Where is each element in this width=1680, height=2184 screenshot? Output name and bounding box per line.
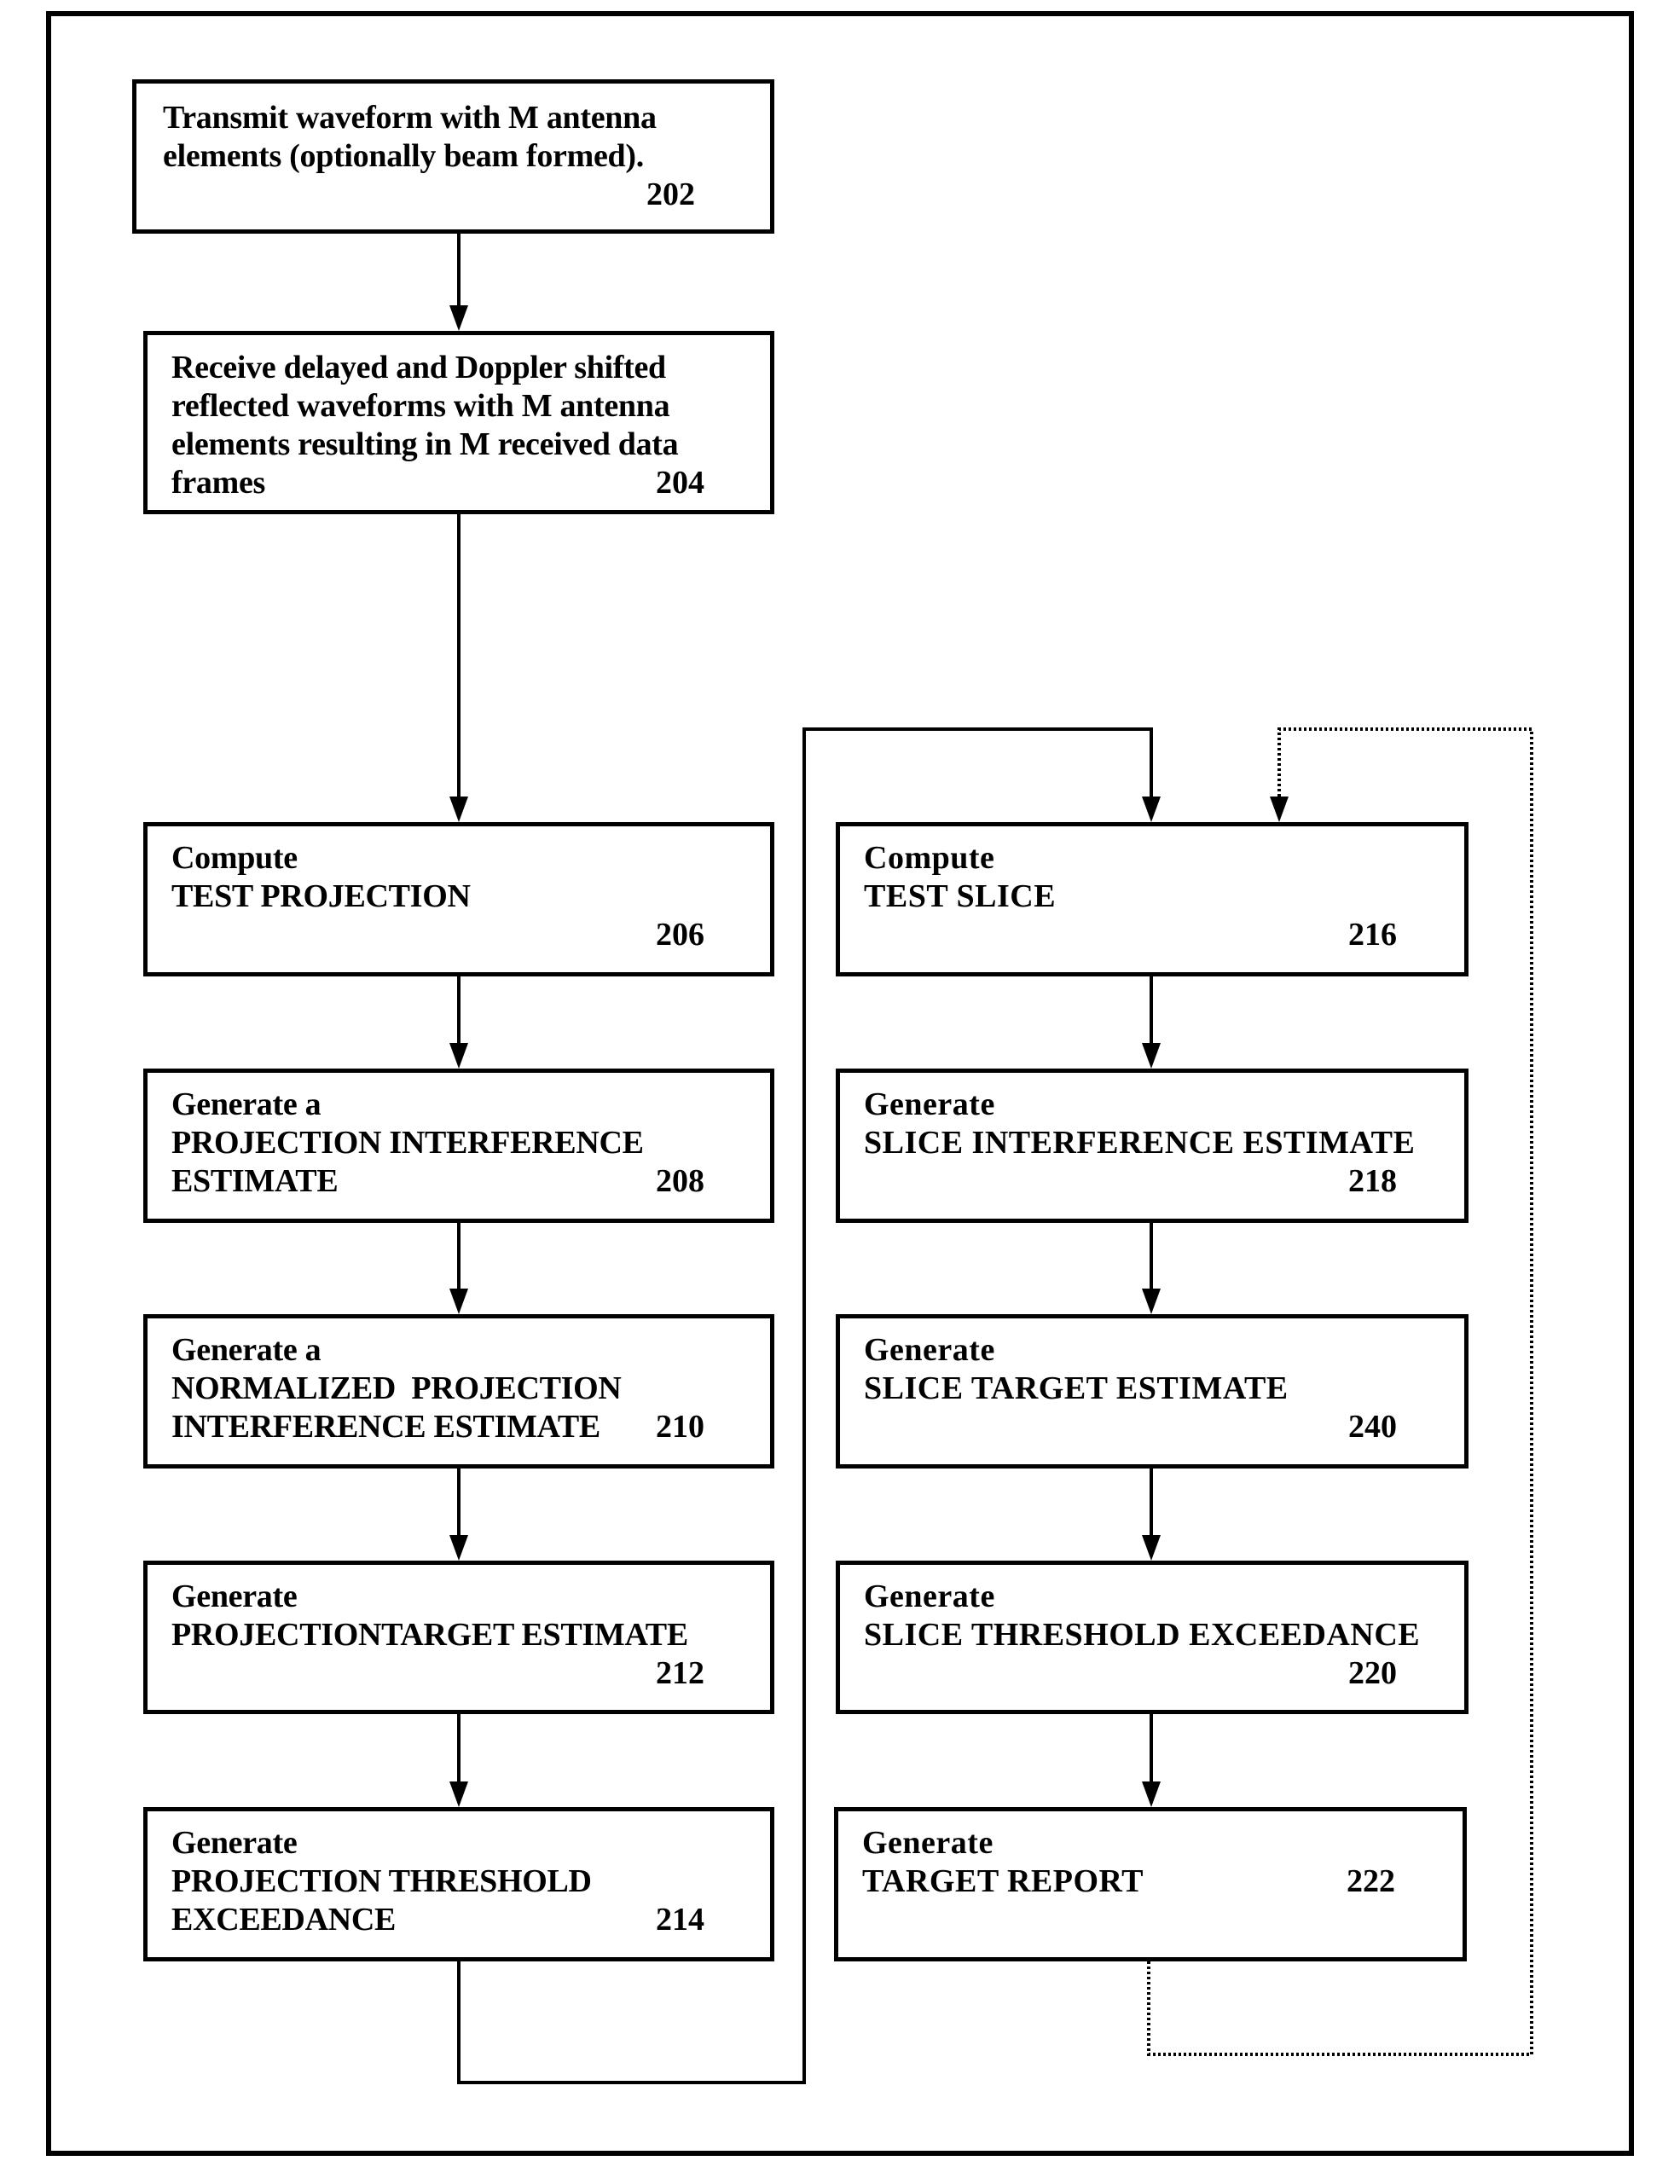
step-number: 222 bbox=[1347, 1863, 1395, 1899]
step-text-line: Generate a bbox=[171, 1086, 322, 1122]
arrow-head-icon bbox=[449, 797, 468, 822]
step-text-line: NORMALIZED PROJECTION bbox=[171, 1370, 622, 1406]
step-text-line: Compute bbox=[171, 840, 298, 876]
step-218-slice-interference-estimate: Generate SLICE INTERFERENCE ESTIMATE 218 bbox=[836, 1069, 1469, 1223]
step-text-line: EXCEEDANCE bbox=[171, 1902, 397, 1938]
step-text-line: Compute bbox=[864, 840, 995, 876]
step-text-line: TEST PROJECTION bbox=[171, 878, 471, 914]
step-number: 212 bbox=[656, 1655, 704, 1691]
step-text-line: Generate bbox=[864, 1579, 995, 1614]
arrow-head-icon bbox=[449, 1289, 468, 1314]
step-206-compute-test-projection: Compute TEST PROJECTION 206 bbox=[143, 822, 774, 976]
step-text-line: TARGET REPORT bbox=[862, 1863, 1144, 1899]
step-number: 206 bbox=[656, 917, 704, 953]
step-text-line: Transmit waveform with M antenna bbox=[163, 100, 657, 136]
step-text-line: PROJECTION THRESHOLD bbox=[171, 1863, 592, 1899]
step-text-line: frames bbox=[171, 465, 266, 501]
step-text-line: PROJECTION INTERFERENCE bbox=[171, 1125, 644, 1161]
step-text-line: SLICE THRESHOLD EXCEEDANCE bbox=[864, 1617, 1421, 1653]
step-text-line: Generate bbox=[864, 1086, 995, 1122]
step-text-line: elements (optionally beam formed). bbox=[163, 138, 644, 174]
arrow-head-icon bbox=[449, 1535, 468, 1561]
step-text-line: ESTIMATE bbox=[171, 1163, 339, 1199]
step-number: 210 bbox=[656, 1409, 704, 1445]
step-text-line: SLICE INTERFERENCE ESTIMATE bbox=[864, 1125, 1416, 1161]
step-number: 218 bbox=[1348, 1163, 1397, 1199]
step-number: 240 bbox=[1348, 1409, 1397, 1445]
step-text-line: elements resulting in M received data bbox=[171, 426, 679, 462]
step-text-line: Generate a bbox=[171, 1332, 322, 1368]
step-number: 204 bbox=[656, 465, 704, 501]
step-number: 208 bbox=[656, 1163, 704, 1199]
arrow-head-icon bbox=[1142, 797, 1161, 822]
arrow-head-icon bbox=[449, 1781, 468, 1807]
step-number: 202 bbox=[646, 177, 695, 212]
step-number: 214 bbox=[656, 1902, 704, 1938]
flowchart-canvas: Transmit waveform with M antenna element… bbox=[0, 0, 1680, 2184]
arrow-head-icon bbox=[1142, 1535, 1161, 1561]
step-text-line: Generate bbox=[171, 1579, 298, 1614]
step-text-line: SLICE TARGET ESTIMATE bbox=[864, 1370, 1289, 1406]
step-204-receive-waveforms: Receive delayed and Doppler shifted refl… bbox=[143, 331, 774, 514]
arrow-head-icon bbox=[1142, 1043, 1161, 1069]
step-216-compute-test-slice: Compute TEST SLICE 216 bbox=[836, 822, 1469, 976]
step-240-slice-target-estimate: Generate SLICE TARGET ESTIMATE 240 bbox=[836, 1314, 1469, 1469]
step-text-line: Receive delayed and Doppler shifted bbox=[171, 350, 666, 385]
step-222-target-report: Generate TARGET REPORT 222 bbox=[834, 1807, 1467, 1961]
step-number: 216 bbox=[1348, 917, 1397, 953]
step-text-line: TEST SLICE bbox=[864, 878, 1057, 914]
step-208-projection-interference-estimate: Generate a PROJECTION INTERFERENCE ESTIM… bbox=[143, 1069, 774, 1223]
step-212-projection-target-estimate: Generate PROJECTIONTARGET ESTIMATE 212 bbox=[143, 1561, 774, 1714]
arrow-head-icon bbox=[449, 305, 468, 331]
step-214-projection-threshold-exceedance: Generate PROJECTION THRESHOLD EXCEEDANCE… bbox=[143, 1807, 774, 1961]
step-text-line: reflected waveforms with M antenna bbox=[171, 388, 670, 424]
step-text-line: Generate bbox=[171, 1825, 298, 1861]
step-210-normalized-projection-interference-estimate: Generate a NORMALIZED PROJECTION INTERFE… bbox=[143, 1314, 774, 1469]
arrow-head-icon bbox=[1142, 1289, 1161, 1314]
arrow-head-icon bbox=[1270, 797, 1289, 822]
step-202-transmit-waveform: Transmit waveform with M antenna element… bbox=[132, 79, 774, 234]
step-number: 220 bbox=[1348, 1655, 1397, 1691]
step-text-line: Generate bbox=[864, 1332, 995, 1368]
arrow-head-icon bbox=[449, 1043, 468, 1069]
step-text-line: INTERFERENCE ESTIMATE bbox=[171, 1409, 600, 1445]
step-text-line: Generate bbox=[862, 1825, 994, 1861]
step-220-slice-threshold-exceedance: Generate SLICE THRESHOLD EXCEEDANCE 220 bbox=[836, 1561, 1469, 1714]
arrow-head-icon bbox=[1142, 1781, 1161, 1807]
step-text-line: PROJECTIONTARGET ESTIMATE bbox=[171, 1617, 688, 1653]
